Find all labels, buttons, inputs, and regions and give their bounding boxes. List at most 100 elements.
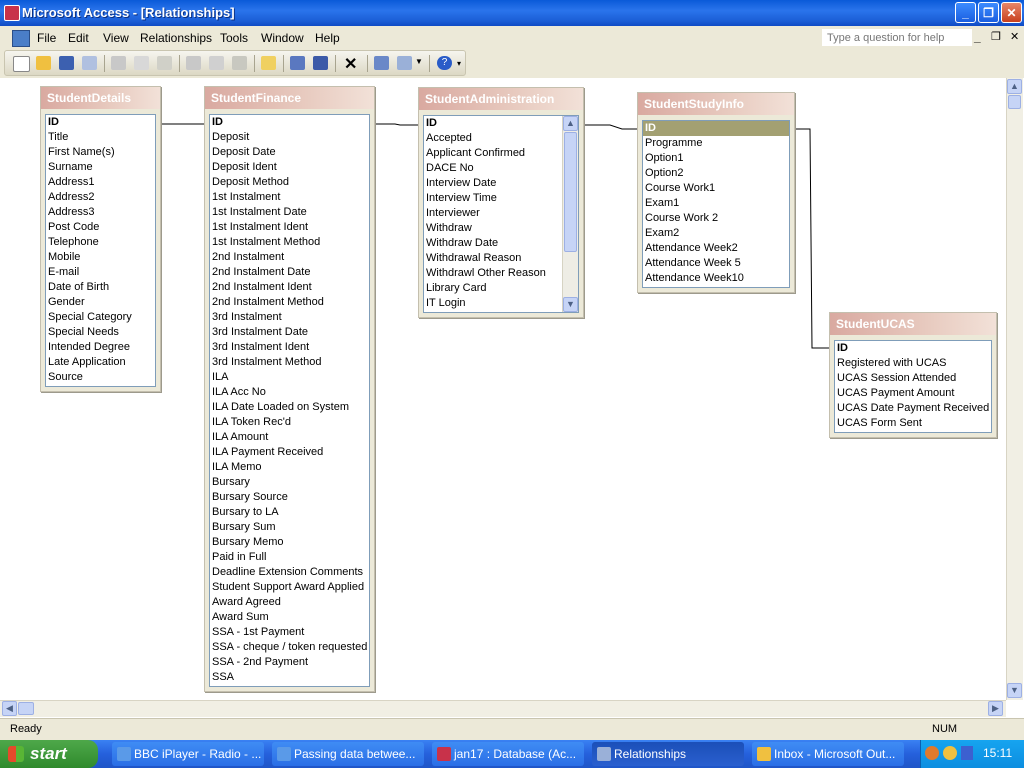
- field-row[interactable]: 2nd Instalment: [210, 250, 369, 265]
- field-row[interactable]: Mobile: [46, 250, 155, 265]
- taskbar-item[interactable]: jan17 : Database (Ac...: [432, 742, 584, 766]
- field-row[interactable]: 1st Instalment Date: [210, 205, 369, 220]
- table-student-administration[interactable]: StudentAdministration ID Accepted Applic…: [418, 87, 584, 318]
- field-row[interactable]: Course Work 2: [643, 211, 789, 226]
- field-row[interactable]: 2nd Instalment Date: [210, 265, 369, 280]
- field-row[interactable]: SSA: [210, 670, 369, 685]
- table-header[interactable]: StudentFinance: [205, 87, 374, 109]
- field-row[interactable]: 1st Instalment: [210, 190, 369, 205]
- table-header[interactable]: StudentStudyInfo: [638, 93, 794, 115]
- taskbar-item[interactable]: BBC iPlayer - Radio - ...: [112, 742, 264, 766]
- field-row[interactable]: Library Card: [424, 281, 578, 296]
- field-row[interactable]: Option2: [643, 166, 789, 181]
- vertical-scrollbar[interactable]: ▲ ▼: [1006, 78, 1023, 700]
- field-row[interactable]: SSA - 2nd Payment: [210, 655, 369, 670]
- vertical-scroll-thumb[interactable]: [1008, 95, 1021, 109]
- field-row[interactable]: Deposit Method: [210, 175, 369, 190]
- table-student-details[interactable]: StudentDetails ID Title First Name(s) Su…: [40, 86, 161, 392]
- field-row[interactable]: Paid in Full: [210, 550, 369, 565]
- field-row[interactable]: 2nd Instalment Ident: [210, 280, 369, 295]
- clock[interactable]: 15:11: [983, 746, 1012, 760]
- field-row[interactable]: Withdrawl Other Reason: [424, 266, 578, 281]
- field-list[interactable]: ID Deposit Deposit Date Deposit Ident De…: [209, 114, 370, 687]
- field-row[interactable]: E-mail: [46, 265, 155, 280]
- field-row[interactable]: Title: [46, 130, 155, 145]
- start-button[interactable]: start: [0, 740, 98, 768]
- field-list[interactable]: ID Programme Option1 Option2 Course Work…: [642, 120, 790, 288]
- field-row[interactable]: Exam1: [643, 196, 789, 211]
- scroll-thumb[interactable]: [564, 132, 577, 252]
- field-row[interactable]: Programme: [643, 136, 789, 151]
- field-row[interactable]: Registered with UCAS: [835, 356, 991, 371]
- field-row[interactable]: UCAS Session Attended: [835, 371, 991, 386]
- field-row[interactable]: Late Application: [46, 355, 155, 370]
- field-row[interactable]: Applicant Confirmed: [424, 146, 578, 161]
- scroll-right-icon[interactable]: ▶: [988, 701, 1003, 716]
- field-row[interactable]: IT Login: [424, 296, 578, 311]
- field-row[interactable]: Attendance Week2: [643, 241, 789, 256]
- field-row[interactable]: ID: [210, 115, 369, 130]
- field-list[interactable]: ID Registered with UCAS UCAS Session Att…: [834, 340, 992, 433]
- scroll-up-icon[interactable]: ▲: [1007, 79, 1022, 94]
- field-row[interactable]: Address1: [46, 175, 155, 190]
- taskbar-item[interactable]: Inbox - Microsoft Out...: [752, 742, 904, 766]
- field-row-selected[interactable]: ID: [643, 121, 789, 136]
- field-row[interactable]: Accepted: [424, 131, 578, 146]
- taskbar-item-active[interactable]: Relationships: [592, 742, 744, 766]
- field-row[interactable]: Deposit Ident: [210, 160, 369, 175]
- field-row[interactable]: Bursary Source: [210, 490, 369, 505]
- field-row[interactable]: Telephone: [46, 235, 155, 250]
- field-list[interactable]: ID Title First Name(s) Surname Address1 …: [45, 114, 156, 387]
- field-row[interactable]: Bursary Sum: [210, 520, 369, 535]
- field-row[interactable]: Special Category: [46, 310, 155, 325]
- field-row[interactable]: Option1: [643, 151, 789, 166]
- field-row[interactable]: ID: [424, 116, 578, 131]
- field-row[interactable]: 3rd Instalment: [210, 310, 369, 325]
- taskbar-item[interactable]: Passing data betwee...: [272, 742, 424, 766]
- table-header[interactable]: StudentAdministration: [419, 88, 583, 110]
- field-row[interactable]: Withdraw Date: [424, 236, 578, 251]
- field-row[interactable]: Attendance Week 5: [643, 256, 789, 271]
- field-row[interactable]: SSA - 1st Payment: [210, 625, 369, 640]
- field-row[interactable]: Bursary Memo: [210, 535, 369, 550]
- field-row[interactable]: Interview Date: [424, 176, 578, 191]
- field-row[interactable]: UCAS Payment Amount: [835, 386, 991, 401]
- field-row[interactable]: ILA Token Rec'd: [210, 415, 369, 430]
- field-row[interactable]: DACE No: [424, 161, 578, 176]
- field-row[interactable]: ID: [835, 341, 991, 356]
- field-row[interactable]: Award Sum: [210, 610, 369, 625]
- field-row[interactable]: Surname: [46, 160, 155, 175]
- scroll-left-icon[interactable]: ◀: [2, 701, 17, 716]
- field-row[interactable]: Deposit Date: [210, 145, 369, 160]
- field-row[interactable]: 1st Instalment Method: [210, 235, 369, 250]
- table-student-finance[interactable]: StudentFinance ID Deposit Deposit Date D…: [204, 86, 375, 692]
- field-row[interactable]: SSA - cheque / token requested: [210, 640, 369, 655]
- field-row[interactable]: UCAS Date Payment Received: [835, 401, 991, 416]
- table-scrollbar[interactable]: ▲ ▼: [562, 116, 578, 312]
- field-row[interactable]: 3rd Instalment Date: [210, 325, 369, 340]
- table-student-ucas[interactable]: StudentUCAS ID Registered with UCAS UCAS…: [829, 312, 997, 438]
- field-row[interactable]: 3rd Instalment Ident: [210, 340, 369, 355]
- field-row[interactable]: Attendance Week10: [643, 271, 789, 286]
- field-row[interactable]: Date of Birth: [46, 280, 155, 295]
- field-row[interactable]: Withdraw: [424, 221, 578, 236]
- table-header[interactable]: StudentDetails: [41, 87, 160, 109]
- field-row[interactable]: ILA Payment Received: [210, 445, 369, 460]
- field-row[interactable]: 2nd Instalment Method: [210, 295, 369, 310]
- field-row[interactable]: Bursary to LA: [210, 505, 369, 520]
- scroll-down-icon[interactable]: ▼: [1007, 683, 1022, 698]
- field-row[interactable]: ILA Memo: [210, 460, 369, 475]
- scroll-down-icon[interactable]: ▼: [563, 297, 578, 312]
- scroll-up-icon[interactable]: ▲: [563, 116, 578, 131]
- tray-expand-icon[interactable]: [925, 746, 939, 760]
- field-row[interactable]: Student Support Award Applied: [210, 580, 369, 595]
- field-row[interactable]: ID: [46, 115, 155, 130]
- field-row[interactable]: ILA Acc No: [210, 385, 369, 400]
- field-row[interactable]: Source: [46, 370, 155, 385]
- field-row[interactable]: Deadline Extension Comments: [210, 565, 369, 580]
- field-row[interactable]: Address3: [46, 205, 155, 220]
- field-row[interactable]: ILA Date Loaded on System: [210, 400, 369, 415]
- field-row[interactable]: ILA Amount: [210, 430, 369, 445]
- field-row[interactable]: Withdrawal Reason: [424, 251, 578, 266]
- field-row[interactable]: Deposit: [210, 130, 369, 145]
